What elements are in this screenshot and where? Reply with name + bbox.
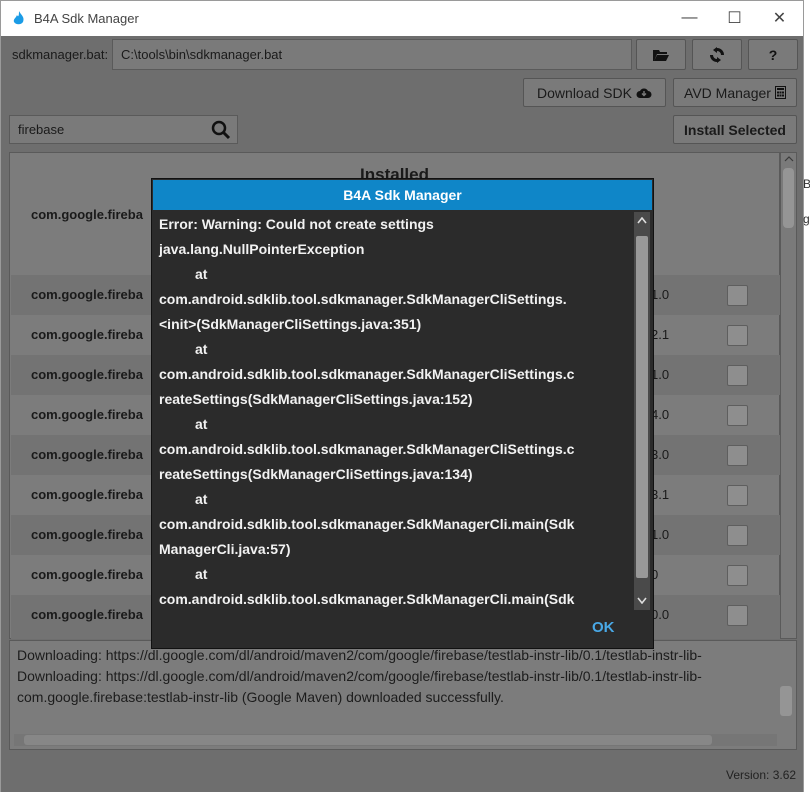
row-checkbox[interactable] [727,445,748,466]
sdkmanager-path-field[interactable]: C:\tools\bin\sdkmanager.bat [112,39,632,70]
message-line: com.android.sdklib.tool.sdkmanager.SdkMa… [159,516,575,532]
download-sdk-label: Download SDK [537,84,632,101]
log-vscroll-thumb[interactable] [780,686,792,716]
ok-button[interactable]: OK [592,619,615,636]
message-line: com.android.sdklib.tool.sdkmanager.SdkMa… [159,291,567,307]
help-button[interactable]: ? [748,39,798,70]
title-bar: B4A Sdk Manager — ☐ ✕ [1,1,803,36]
row-checkbox[interactable] [727,405,748,426]
message-line: at [195,341,208,357]
message-line: at [195,491,208,507]
dialog-scrollbar[interactable] [634,212,650,610]
browse-folder-button[interactable] [636,39,686,70]
message-line: Error: Warning: Could not create setting… [159,216,434,232]
close-icon: ✕ [772,10,787,27]
package-name: com.google.fireba [31,287,143,302]
log-hscroll[interactable] [14,734,777,746]
package-name: com.google.fireba [31,207,143,222]
cloud-download-icon [636,88,652,98]
error-dialog: B4A Sdk Manager Error: Warning: Could no… [151,178,654,649]
scrollbar-thumb[interactable] [636,236,648,578]
log-line: Downloading: https://dl.google.com/dl/an… [17,647,702,663]
row-checkbox[interactable] [727,285,748,306]
search-input[interactable]: firebase [9,115,238,144]
message-line: reateSettings(SdkManagerCliSettings.java… [159,466,473,482]
message-line: java.lang.NullPointerException [159,241,365,257]
install-selected-button[interactable]: Install Selected [673,115,797,144]
scrollbar-thumb[interactable] [783,168,794,228]
package-name: com.google.fireba [31,327,143,342]
maximize-icon: ☐ [727,10,742,27]
maximize-button[interactable]: ☐ [712,3,757,33]
minimize-icon: — [681,9,698,26]
message-line: at [195,566,208,582]
scroll-up-icon[interactable] [637,217,647,224]
sdkmanager-path-value: C:\tools\bin\sdkmanager.bat [121,47,283,62]
minimize-button[interactable]: — [667,3,712,33]
package-name: com.google.fireba [31,567,143,582]
message-line: reateSettings(SdkManagerCliSettings.java… [159,391,473,407]
sdkmanager-path-label: sdkmanager.bat: [12,47,109,62]
window-title: B4A Sdk Manager [34,11,139,26]
scroll-up-icon[interactable] [784,156,794,162]
message-line: com.android.sdklib.tool.sdkmanager.SdkMa… [159,591,575,607]
avd-manager-label: AVD Manager [684,84,771,101]
row-checkbox[interactable] [727,485,748,506]
message-line: ManagerCli.java:57) [159,541,291,557]
search-value: firebase [18,122,65,137]
scroll-down-icon[interactable] [637,597,647,604]
row-checkbox[interactable] [727,325,748,346]
b4a-logo-icon [13,11,24,25]
message-line: com.android.sdklib.tool.sdkmanager.SdkMa… [159,366,575,382]
log-line: Downloading: https://dl.google.com/dl/an… [17,668,702,684]
package-name: com.google.fireba [31,407,143,422]
package-name: com.google.fireba [31,447,143,462]
installed-scrollbar[interactable] [780,152,797,639]
message-line: at [195,266,208,282]
row-checkbox[interactable] [727,565,748,586]
row-checkbox[interactable] [727,525,748,546]
message-line: at [195,416,208,432]
package-name: com.google.fireba [31,367,143,382]
folder-open-icon [653,49,669,61]
version-label: Version: 3.62 [726,768,797,782]
log-line: com.google.firebase:testlab-instr-lib (G… [17,689,504,705]
background-window-fragment: B [803,177,810,191]
refresh-icon [710,46,724,63]
package-name: com.google.fireba [31,607,143,622]
hscroll-thumb[interactable] [24,735,712,745]
help-icon: ? [768,46,778,63]
row-checkbox[interactable] [727,605,748,626]
message-line: <init>(SdkManagerCliSettings.java:351) [159,316,422,332]
dialog-title: B4A Sdk Manager [153,180,652,210]
error-message: Error: Warning: Could not create setting… [155,211,633,609]
avd-manager-button[interactable]: AVD Manager [673,78,797,107]
download-sdk-button[interactable]: Download SDK [523,78,666,107]
close-button[interactable]: ✕ [757,3,802,33]
refresh-button[interactable] [692,39,742,70]
calculator-icon [774,86,786,99]
package-name: com.google.fireba [31,527,143,542]
row-checkbox[interactable] [727,365,748,386]
install-selected-label: Install Selected [684,121,786,138]
search-icon[interactable] [211,120,231,140]
message-line: com.android.sdklib.tool.sdkmanager.SdkMa… [159,441,575,457]
package-name: com.google.fireba [31,487,143,502]
background-window-fragment: g [803,212,810,226]
